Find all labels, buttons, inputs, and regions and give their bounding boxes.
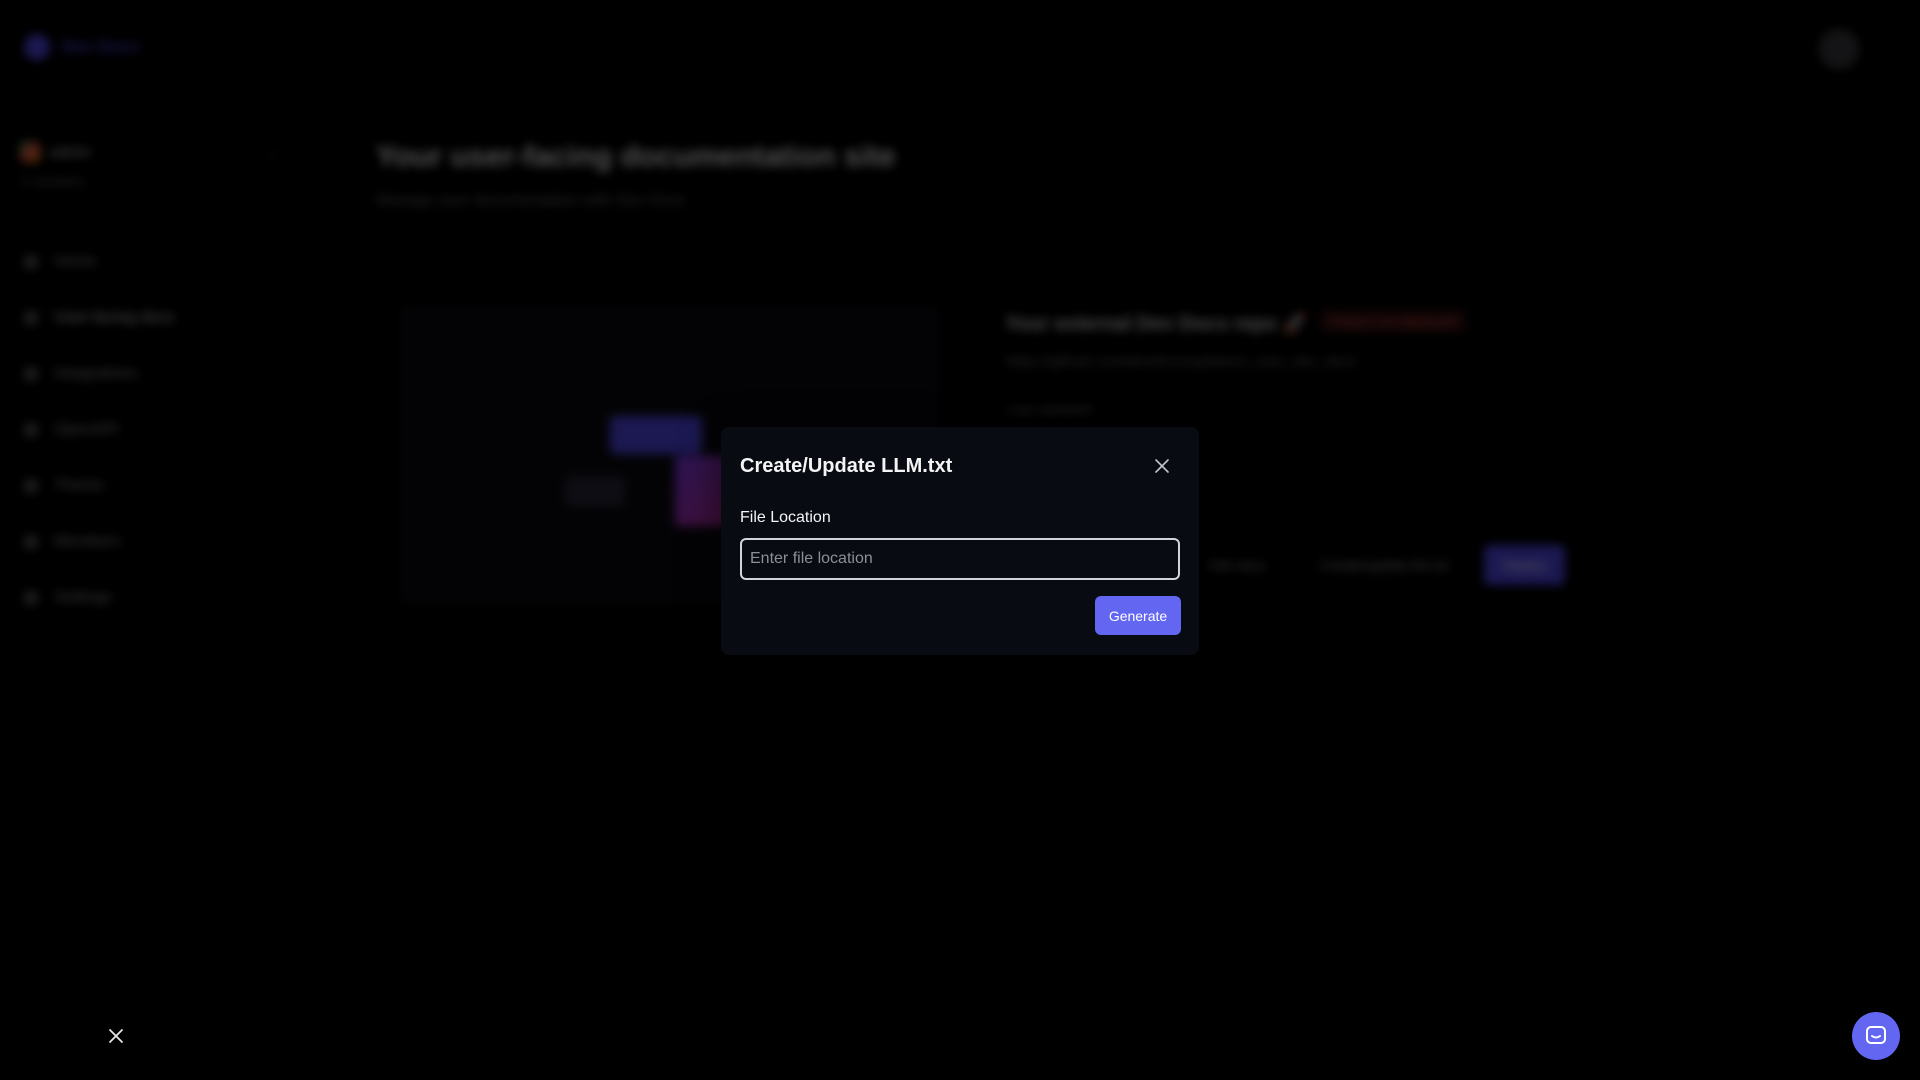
dialog-title: Create/Update LLM.txt: [740, 455, 953, 477]
chat-icon: [1866, 1026, 1886, 1044]
dismiss-button[interactable]: [104, 1024, 128, 1048]
close-icon: [1155, 459, 1169, 473]
chat-launcher-button[interactable]: [1852, 1012, 1900, 1060]
generate-button[interactable]: Generate: [1095, 596, 1181, 635]
close-icon: [109, 1029, 123, 1043]
llm-txt-dialog: Create/Update LLM.txt File Location Gene…: [721, 427, 1199, 655]
close-button[interactable]: [1149, 453, 1175, 479]
file-location-input[interactable]: [740, 538, 1180, 580]
file-location-label: File Location: [740, 509, 831, 526]
